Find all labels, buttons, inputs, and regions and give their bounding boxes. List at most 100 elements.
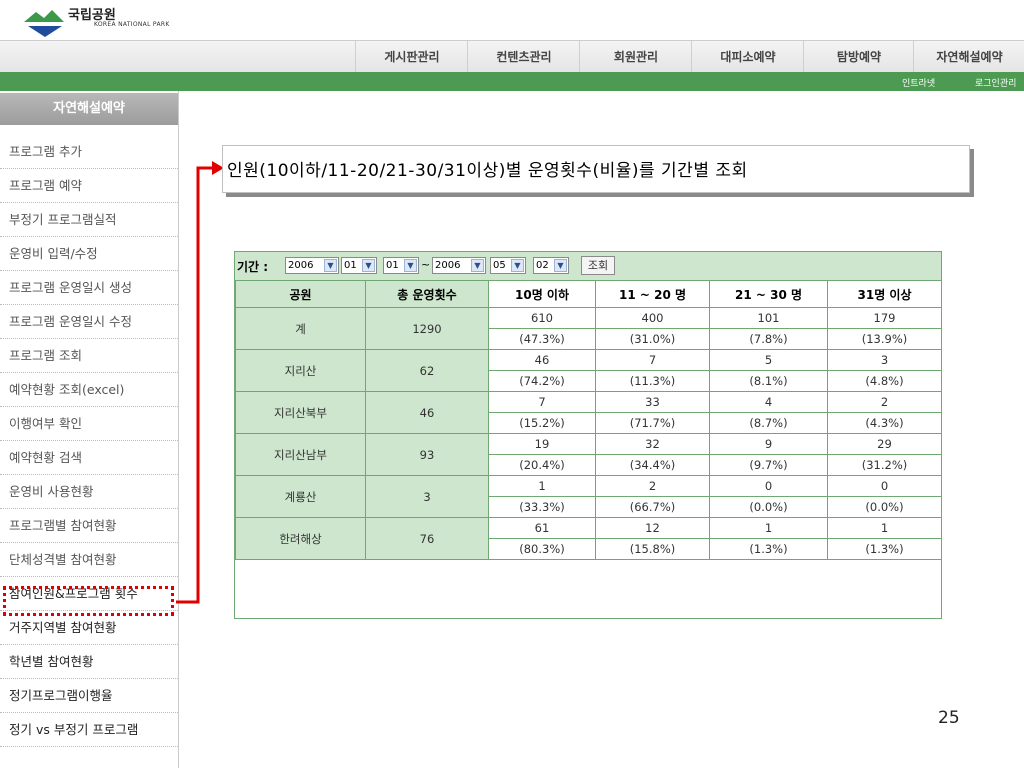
from-year-value: 2006: [288, 260, 314, 271]
menu-contents[interactable]: 컨텐츠관리: [467, 41, 580, 73]
to-year-select[interactable]: 2006 ▼: [432, 257, 486, 274]
sidebar-item-cost-input[interactable]: 운영비 입력/수정: [0, 237, 178, 271]
count-cell: 3: [827, 349, 941, 371]
count-cell: 0: [709, 475, 828, 497]
sidebar-item-reservation-excel[interactable]: 예약현황 조회(excel): [0, 373, 178, 407]
ratio-cell: (20.4%): [488, 454, 596, 476]
table-row: 지리산 62 46 7 5 3: [235, 349, 941, 392]
count-cell: 9: [709, 433, 828, 455]
total-count: 3: [365, 475, 489, 518]
sidebar-item-regular-vs-irregular[interactable]: 정기 vs 부정기 프로그램: [0, 713, 178, 747]
count-cell: 610: [488, 307, 596, 329]
menu-nature-guide[interactable]: 자연해설예약: [913, 41, 1024, 73]
menu-shelter[interactable]: 대피소예약: [691, 41, 804, 73]
chevron-down-icon: ▼: [471, 259, 484, 272]
from-month-value: 01: [344, 260, 357, 271]
ratio-cell: (74.2%): [488, 370, 596, 392]
count-cell: 101: [709, 307, 828, 329]
sidebar: 자연해설예약 프로그램 추가 프로그램 예약 부정기 프로그램실적 운영비 입력…: [0, 91, 179, 768]
col-header-31-over: 31명 이상: [827, 280, 941, 308]
sidebar-item-schedule-create[interactable]: 프로그램 운영일시 생성: [0, 271, 178, 305]
ratio-cell: (13.9%): [827, 328, 941, 350]
sidebar-item-by-program[interactable]: 프로그램별 참여현황: [0, 509, 178, 543]
period-filter-bar: 기간 : 2006 ▼ 01 ▼ 01 ▼ ~ 2006 ▼ 05 ▼ 02 ▼ 조회: [235, 252, 941, 281]
login-admin-link[interactable]: 로그인관리: [975, 76, 1016, 89]
sidebar-item-by-grade[interactable]: 학년별 참여현황: [0, 645, 178, 679]
total-count: 62: [365, 349, 489, 392]
count-cell: 33: [595, 391, 710, 413]
sidebar-item-irregular-results[interactable]: 부정기 프로그램실적: [0, 203, 178, 237]
intranet-link[interactable]: 인트라넷: [902, 76, 935, 89]
col-header-21-30: 21 ~ 30 명: [709, 280, 828, 308]
from-month-select[interactable]: 01 ▼: [341, 257, 377, 274]
count-cell: 2: [827, 391, 941, 413]
sidebar-item-fulfillment-check[interactable]: 이행여부 확인: [0, 407, 178, 441]
sidebar-item-regular-rate[interactable]: 정기프로그램이행율: [0, 679, 178, 713]
page-heading-box: 인원(10이하/11-20/21-30/31이상)별 운영횟수(비율)를 기간별…: [222, 145, 970, 193]
park-name: 계: [235, 307, 366, 350]
table-header-row: 공원 총 운영횟수 10명 이하 11 ~ 20 명 21 ~ 30 명 31명…: [235, 280, 941, 308]
table-row: 한려해상 76 61 12 1 1: [235, 517, 941, 560]
menu-trail[interactable]: 탐방예약: [803, 41, 914, 73]
from-day-select[interactable]: 01 ▼: [383, 257, 419, 274]
ratio-cell: (11.3%): [595, 370, 710, 392]
sidebar-item-schedule-edit[interactable]: 프로그램 운영일시 수정: [0, 305, 178, 339]
count-cell: 29: [827, 433, 941, 455]
period-label: 기간 :: [237, 260, 269, 274]
logo-subtitle: KOREA NATIONAL PARK: [94, 21, 170, 28]
sidebar-title: 자연해설예약: [0, 93, 178, 125]
total-count: 46: [365, 391, 489, 434]
mountain-logo-icon: [24, 10, 64, 37]
count-cell: 7: [595, 349, 710, 371]
count-cell: 61: [488, 517, 596, 539]
sidebar-item-program-reservation[interactable]: 프로그램 예약: [0, 169, 178, 203]
ratio-cell: (31.0%): [595, 328, 710, 350]
chevron-down-icon: ▼: [324, 259, 337, 272]
ratio-cell: (0.0%): [709, 496, 828, 518]
sidebar-item-add-program[interactable]: 프로그램 추가: [0, 135, 178, 169]
menu-members[interactable]: 회원관리: [579, 41, 692, 73]
ratio-cell: (8.1%): [709, 370, 828, 392]
ratio-cell: (33.3%): [488, 496, 596, 518]
col-header-total: 총 운영횟수: [365, 280, 489, 308]
sidebar-item-reservation-search[interactable]: 예약현황 검색: [0, 441, 178, 475]
page-number: 25: [938, 708, 960, 728]
ratio-cell: (15.2%): [488, 412, 596, 434]
logo[interactable]: 국립공원 KOREA NATIONAL PARK: [22, 2, 182, 42]
sidebar-item-by-group-type[interactable]: 단체성격별 참여현황: [0, 543, 178, 577]
col-header-park: 공원: [235, 280, 366, 308]
ratio-cell: (1.3%): [709, 538, 828, 560]
from-day-value: 01: [386, 260, 399, 271]
col-header-11-20: 11 ~ 20 명: [595, 280, 710, 308]
count-cell: 32: [595, 433, 710, 455]
ratio-cell: (1.3%): [827, 538, 941, 560]
chevron-down-icon: ▼: [554, 259, 567, 272]
menu-board[interactable]: 게시판관리: [355, 41, 468, 73]
count-cell: 179: [827, 307, 941, 329]
sidebar-item-program-lookup[interactable]: 프로그램 조회: [0, 339, 178, 373]
to-month-value: 05: [493, 260, 506, 271]
total-count: 93: [365, 433, 489, 476]
table-row: 계룡산 3 1 2 0 0: [235, 475, 941, 518]
count-cell: 19: [488, 433, 596, 455]
park-name: 계룡산: [235, 475, 366, 518]
to-day-select[interactable]: 02 ▼: [533, 257, 569, 274]
ratio-cell: (66.7%): [595, 496, 710, 518]
stats-table: 공원 총 운영횟수 10명 이하 11 ~ 20 명 21 ~ 30 명 31명…: [235, 280, 941, 560]
ratio-cell: (9.7%): [709, 454, 828, 476]
from-year-select[interactable]: 2006 ▼: [285, 257, 339, 274]
count-cell: 1: [827, 517, 941, 539]
park-name: 지리산북부: [235, 391, 366, 434]
ratio-cell: (4.8%): [827, 370, 941, 392]
ratio-cell: (8.7%): [709, 412, 828, 434]
to-month-select[interactable]: 05 ▼: [490, 257, 526, 274]
count-cell: 2: [595, 475, 710, 497]
query-button[interactable]: 조회: [581, 256, 615, 275]
page-heading: 인원(10이하/11-20/21-30/31이상)별 운영횟수(비율)를 기간별…: [227, 161, 748, 181]
sidebar-item-by-region[interactable]: 거주지역별 참여현황: [0, 611, 178, 645]
sidebar-item-cost-usage[interactable]: 운영비 사용현황: [0, 475, 178, 509]
stats-panel: 기간 : 2006 ▼ 01 ▼ 01 ▼ ~ 2006 ▼ 05 ▼ 02 ▼ 조회 공원…: [234, 251, 942, 619]
count-cell: 7: [488, 391, 596, 413]
count-cell: 0: [827, 475, 941, 497]
chevron-down-icon: ▼: [404, 259, 417, 272]
